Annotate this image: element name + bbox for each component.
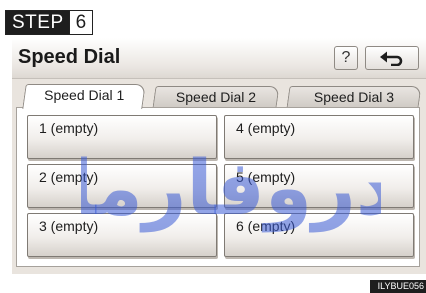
- speed-dial-slot-3[interactable]: 3 (empty): [27, 213, 217, 257]
- help-button[interactable]: ?: [334, 46, 358, 70]
- back-button[interactable]: [365, 46, 419, 70]
- slot-label: 6 (empty): [236, 218, 296, 234]
- speed-dial-screen: Speed Dial ? Speed Dial 1 Speed Dial 2 S…: [12, 38, 426, 274]
- page-title: Speed Dial: [18, 46, 121, 68]
- speed-dial-tabs: Speed Dial 1 Speed Dial 2 Speed Dial 3: [20, 84, 426, 109]
- slot-label: 2 (empty): [39, 169, 99, 185]
- tab-speed-dial-2[interactable]: Speed Dial 2: [152, 86, 280, 108]
- back-arrow-icon: [380, 51, 403, 66]
- step-number: 6: [68, 11, 93, 34]
- slot-label: 4 (empty): [236, 120, 296, 136]
- speed-dial-slot-5[interactable]: 5 (empty): [224, 164, 414, 208]
- slot-label: 3 (empty): [39, 218, 99, 234]
- step-label: STEP: [6, 11, 69, 34]
- speed-dial-slot-6[interactable]: 6 (empty): [224, 213, 414, 257]
- step-indicator: STEP 6: [5, 10, 94, 35]
- speed-dial-slot-1[interactable]: 1 (empty): [27, 115, 217, 159]
- help-icon: ?: [341, 49, 351, 66]
- tab-label: Speed Dial 1: [44, 87, 125, 103]
- tab-label: Speed Dial 3: [313, 89, 395, 105]
- slot-label: 5 (empty): [236, 169, 296, 185]
- tab-speed-dial-1[interactable]: Speed Dial 1: [22, 84, 146, 109]
- image-code: ILYBUE056: [370, 280, 426, 293]
- speed-dial-panel: 1 (empty) 2 (empty) 3 (empty) 4 (empty) …: [16, 107, 420, 267]
- tab-speed-dial-3[interactable]: Speed Dial 3: [286, 86, 422, 108]
- tab-label: Speed Dial 2: [175, 89, 257, 105]
- speed-dial-slot-2[interactable]: 2 (empty): [27, 164, 217, 208]
- speed-dial-slot-4[interactable]: 4 (empty): [224, 115, 414, 159]
- screen-header: Speed Dial ?: [12, 38, 426, 79]
- slot-label: 1 (empty): [39, 120, 99, 136]
